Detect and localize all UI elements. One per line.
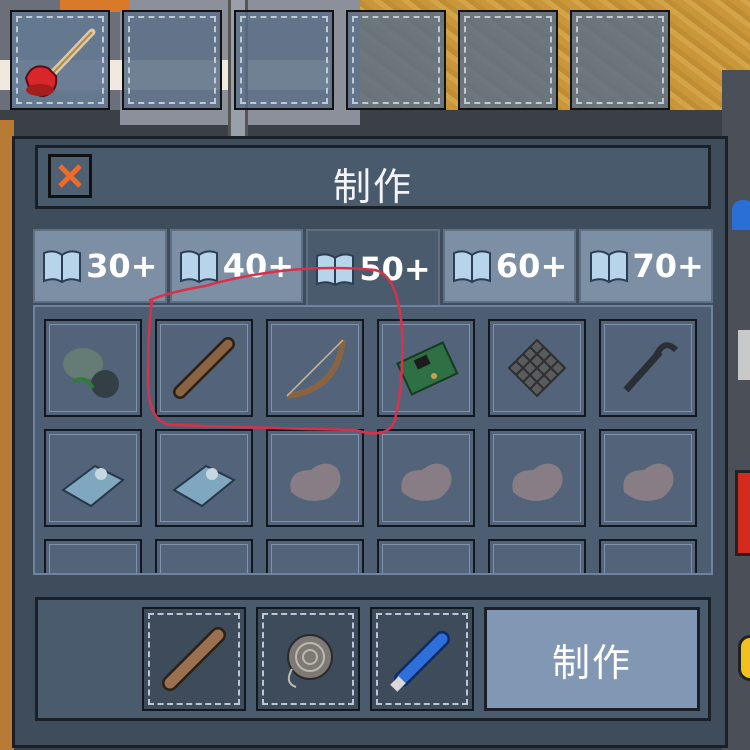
hotbar-slot-4[interactable] <box>346 10 446 110</box>
ingredient-slot-3[interactable] <box>370 607 474 711</box>
device-icon <box>61 464 125 508</box>
hotbar-slot-5[interactable] <box>458 10 558 110</box>
recipe-partial[interactable] <box>266 539 364 573</box>
recipe-device[interactable] <box>44 429 142 527</box>
tab-label: 40+ <box>222 247 295 285</box>
recipe-toy[interactable] <box>266 429 364 527</box>
crafting-title: 制作 <box>332 165 413 209</box>
hotbar-slot-1[interactable] <box>10 10 110 110</box>
recipe-partial[interactable] <box>377 539 475 573</box>
book-icon <box>43 250 82 283</box>
crafting-titlebar: 制作 <box>35 145 711 209</box>
tab-label: 60+ <box>495 247 568 285</box>
recipe-circuit-board[interactable] <box>377 319 475 417</box>
toy-icon <box>623 463 674 501</box>
book-icon <box>589 250 628 283</box>
crafting-panel: 制作 30+ 40+ 50+ 60+ 70+ 制作 <box>12 136 728 748</box>
sack-icon <box>63 348 119 398</box>
recipe-partial[interactable] <box>44 539 142 573</box>
level-tabs: 30+ 40+ 50+ 60+ 70+ <box>33 229 713 307</box>
ingredient-slot-2[interactable] <box>256 607 360 711</box>
recipe-toy[interactable] <box>377 429 475 527</box>
toy-icon <box>290 463 341 501</box>
recipe-toy[interactable] <box>599 429 697 527</box>
tab-label: 70+ <box>632 247 704 285</box>
tab-label: 50+ <box>359 250 431 288</box>
recipe-wooden-stick[interactable] <box>155 319 253 417</box>
recipe-grid <box>33 305 713 575</box>
recipe-bow[interactable] <box>266 319 364 417</box>
book-icon <box>452 250 491 283</box>
tab-40[interactable]: 40+ <box>169 229 304 303</box>
book-icon <box>316 253 355 286</box>
recipe-device[interactable] <box>155 429 253 527</box>
circuit-board-icon <box>396 341 459 396</box>
recipe-partial[interactable] <box>155 539 253 573</box>
recipe-sack[interactable] <box>44 319 142 417</box>
tab-50[interactable]: 50+ <box>306 229 440 307</box>
wooden-stick-icon <box>162 627 226 691</box>
grappling-hook-icon <box>623 342 679 393</box>
wooden-stick-icon <box>173 337 235 399</box>
hotbar <box>10 10 670 114</box>
recipe-partial[interactable] <box>488 539 586 573</box>
tab-label: 30+ <box>86 247 158 285</box>
bow-icon <box>286 339 346 399</box>
ingredient-slot-1[interactable] <box>142 607 246 711</box>
net-icon <box>507 338 567 398</box>
hotbar-slot-3[interactable] <box>234 10 334 110</box>
recipe-toy[interactable] <box>488 429 586 527</box>
toy-icon <box>401 463 452 501</box>
ingredients-bar: 制作 <box>35 597 711 721</box>
twine-icon <box>287 634 333 688</box>
glue-tube-icon <box>390 631 450 692</box>
recipe-net[interactable] <box>488 319 586 417</box>
device-icon <box>172 464 236 508</box>
book-icon <box>179 250 218 283</box>
plunger-icon <box>24 28 96 98</box>
toy-icon <box>512 463 563 501</box>
hotbar-slot-2[interactable] <box>122 10 222 110</box>
hotbar-slot-6[interactable] <box>570 10 670 110</box>
craft-button[interactable]: 制作 <box>484 607 700 711</box>
recipe-grappling-hook[interactable] <box>599 319 697 417</box>
tab-30[interactable]: 30+ <box>33 229 167 303</box>
recipe-partial[interactable] <box>599 539 697 573</box>
tab-70[interactable]: 70+ <box>579 229 713 303</box>
tab-60[interactable]: 60+ <box>442 229 577 303</box>
